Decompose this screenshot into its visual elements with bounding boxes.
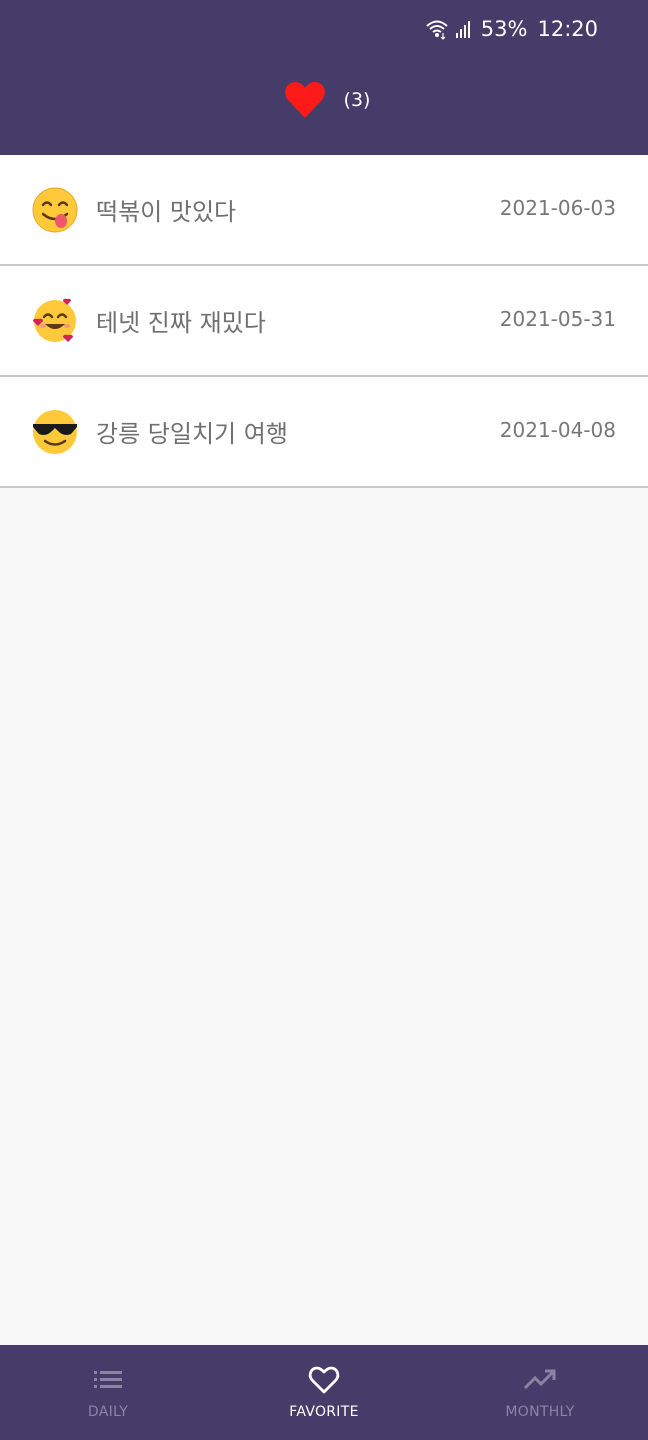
favorite-count: (3) bbox=[343, 89, 371, 111]
heart-icon bbox=[284, 82, 325, 118]
battery-percent: 53% bbox=[480, 17, 528, 41]
nav-daily[interactable]: DAILY bbox=[0, 1345, 216, 1440]
favorite-list: 떡볶이 맛있다 2021-06-03 테넷 진짜 재밌다 2021-05-31 … bbox=[0, 155, 648, 488]
entry-date: 2021-06-03 bbox=[499, 196, 616, 220]
app-header: 53% 12:20 (3) bbox=[0, 0, 648, 155]
nav-monthly-label: MONTHLY bbox=[505, 1404, 575, 1420]
list-item[interactable]: 강릉 당일치기 여행 2021-04-08 bbox=[0, 377, 648, 488]
smiling-face-with-sunglasses-icon bbox=[33, 410, 77, 454]
nav-monthly[interactable]: MONTHLY bbox=[432, 1345, 648, 1440]
trending-up-icon bbox=[523, 1369, 556, 1390]
entry-date: 2021-04-08 bbox=[499, 418, 616, 442]
list-icon bbox=[94, 1371, 122, 1388]
wifi-icon bbox=[426, 20, 448, 40]
nav-favorite-label: FAVORITE bbox=[289, 1404, 359, 1420]
entry-title: 떡볶이 맛있다 bbox=[96, 198, 237, 226]
smiling-face-with-hearts-icon bbox=[33, 298, 76, 342]
list-item[interactable]: 테넷 진짜 재밌다 2021-05-31 bbox=[0, 266, 648, 377]
favorite-count-header: (3) bbox=[0, 76, 648, 124]
heart-outline-icon bbox=[308, 1366, 340, 1394]
signal-icon bbox=[455, 21, 470, 38]
nav-daily-label: DAILY bbox=[87, 1404, 129, 1420]
clock: 12:20 bbox=[537, 17, 598, 41]
face-savoring-food-icon bbox=[32, 187, 78, 233]
entry-title: 강릉 당일치기 여행 bbox=[96, 420, 288, 448]
list-item[interactable]: 떡볶이 맛있다 2021-06-03 bbox=[0, 155, 648, 266]
entry-title: 테넷 진짜 재밌다 bbox=[96, 309, 266, 337]
status-bar: 53% 12:20 bbox=[425, 14, 598, 44]
bottom-navigation: DAILY FAVORITE MONTHLY bbox=[0, 1345, 648, 1440]
entry-date: 2021-05-31 bbox=[499, 307, 616, 331]
nav-favorite[interactable]: FAVORITE bbox=[216, 1345, 432, 1440]
